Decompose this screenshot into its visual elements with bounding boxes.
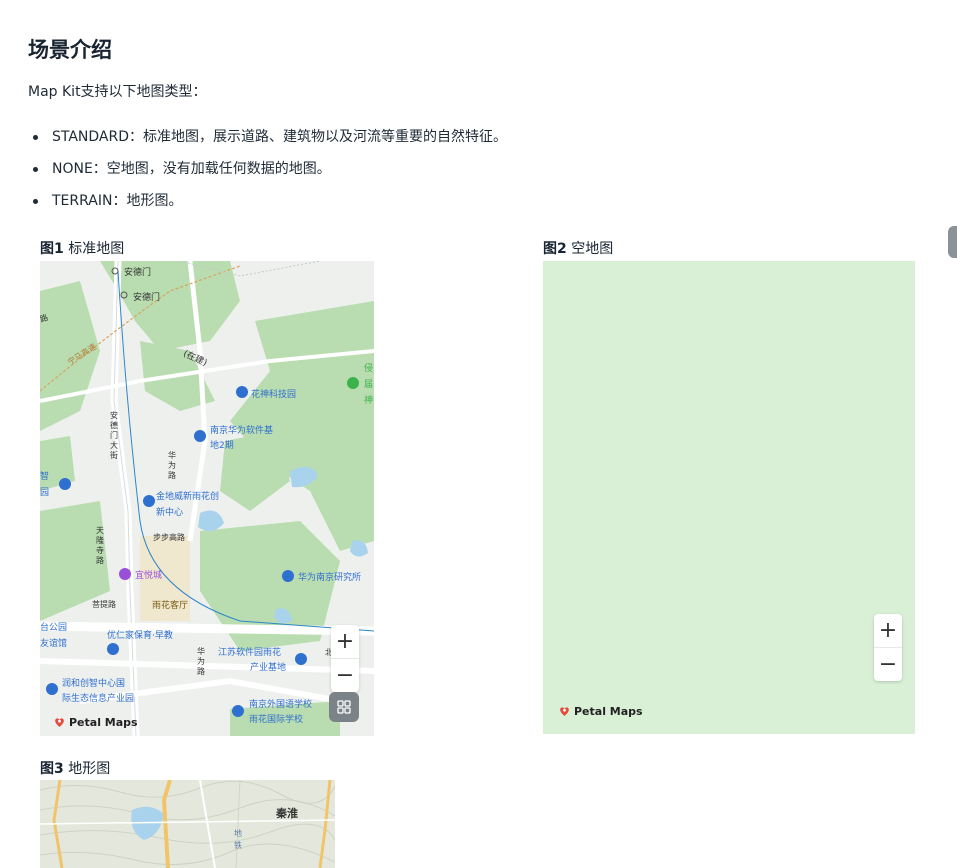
figure-caption-text: 标准地图 [68,241,125,257]
map-label: 台公园 [40,623,68,633]
figure-label: 图3 [40,761,64,777]
map-labels: 安德门 安德门 (在建) 花神科技园 南京华为软件基 地2期 金地威新雨花创 新… [40,261,374,736]
petal-maps-logo: Petal Maps [559,705,643,718]
map-label: 宁马高速 [66,342,98,367]
figure-caption-text: 空地图 [571,241,614,257]
map-label: 润和创智中心国 [62,679,126,689]
map-label: 路 [40,312,50,325]
map-label: 铁 [234,841,242,850]
map-label: 地 [234,829,242,838]
map-label: 步步高路 [153,533,185,542]
petal-maps-text: Petal Maps [69,716,138,729]
map-label: 宜悦城 [135,571,163,581]
map-label: 路 [96,556,104,565]
terrain-map-canvas [40,780,335,868]
zoom-control: + − [331,625,359,692]
layer-switch-button[interactable] [329,692,359,722]
map-label: 江苏软件园雨花 [218,648,282,658]
zoom-in-button[interactable]: + [331,625,359,658]
map-label: 秦淮 [276,807,298,820]
side-panel-tab[interactable] [948,226,957,258]
list-item: STANDARD：标准地图，展示道路、建筑物以及河流等重要的自然特征。 [30,126,507,158]
map-label: (在建) [181,349,209,369]
map-label: 金地威新雨花创 [156,492,220,502]
map-label: 南京外国语学校 [249,700,313,710]
map-type-list: STANDARD：标准地图，展示道路、建筑物以及河流等重要的自然特征。 NONE… [30,126,507,222]
map-label: 安德门大街 [110,411,118,460]
map-label: 地2期 [210,441,234,451]
map-label: 华为路 [197,647,205,676]
figure-label: 图2 [543,241,567,257]
zoom-in-button[interactable]: + [874,614,902,647]
map-label: 雨花国际学校 [249,715,304,725]
map-label: 华为路 [168,451,176,480]
map-label: 际生态信息产业园 [62,694,135,704]
map-label: 友谊馆 [40,639,68,649]
map-label: 园 [40,488,50,498]
map-label: 安德门 [124,268,152,278]
map-label: 产业基地 [250,663,287,673]
map-label: 届 [364,380,374,390]
map-label: 神 [364,396,374,406]
zoom-control: + − [874,614,902,681]
petal-maps-icon [560,707,569,716]
figure-2-caption: 图2 空地图 [543,238,613,258]
figure-label: 图1 [40,241,64,257]
petal-maps-logo: Petal Maps [54,716,138,729]
terrain-map[interactable]: 秦淮 地 铁 [40,780,335,868]
map-label: 华为南京研究所 [298,573,362,583]
figure-3-caption: 图3 地形图 [40,758,110,778]
list-item: TERRAIN：地形图。 [30,190,507,222]
zoom-out-button[interactable]: − [874,647,902,681]
map-label: 侵 [364,364,374,374]
standard-map[interactable]: 安德门 安德门 (在建) 花神科技园 南京华为软件基 地2期 金地威新雨花创 新… [40,261,374,736]
section-heading: 场景介绍 [28,38,112,62]
petal-maps-text: Petal Maps [574,705,643,718]
map-label: 南京华为软件基 [210,426,274,436]
figure-1-caption: 图1 标准地图 [40,238,124,258]
map-label: 雨花客厅 [152,601,189,611]
list-item: NONE：空地图，没有加载任何数据的地图。 [30,158,507,190]
map-label: 智 [40,472,50,482]
intro-text: Map Kit支持以下地图类型： [28,84,207,100]
map-label: 优仁家保育·早教 [107,631,173,641]
map-label: 菩提路 [92,600,116,609]
none-map[interactable]: + − Petal Maps [543,261,915,734]
zoom-out-button[interactable]: − [331,658,359,692]
map-label: 花神科技园 [251,390,297,400]
layers-icon [337,700,351,714]
map-label: 安德门 [133,293,161,303]
petal-maps-icon [55,718,64,727]
map-label: 新中心 [156,508,184,518]
figure-caption-text: 地形图 [68,761,111,777]
